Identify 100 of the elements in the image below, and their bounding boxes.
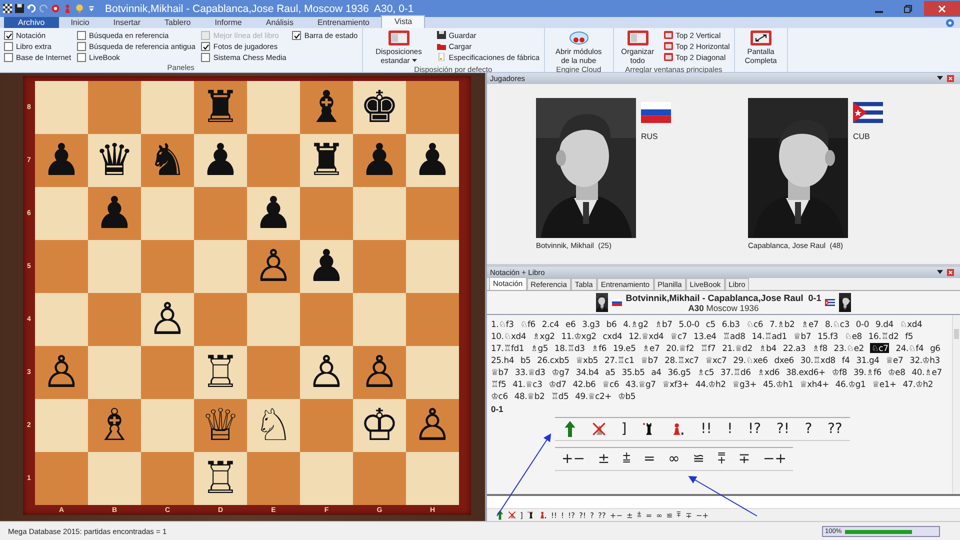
board-square[interactable] [406,81,459,134]
annotation-symbol[interactable]: ?? [827,421,842,437]
board-square[interactable] [353,187,406,240]
board-square[interactable] [194,293,247,346]
ribbon-tab[interactable]: Informe [202,17,254,28]
move-link[interactable]: ♕b7 [640,355,658,365]
move-link[interactable]: 37.♖d6 [720,367,751,377]
move-link[interactable]: 27.♖c1 [604,355,634,365]
move-link[interactable]: 46.♔g1 [835,379,866,389]
board-square[interactable]: ♜ [300,134,353,187]
board-square[interactable]: ♕ [194,399,247,452]
board-square[interactable] [247,293,300,346]
move-link[interactable]: 20.♕f2 [666,343,694,353]
move-link[interactable]: 30.♖xd8 [800,355,836,365]
move-link[interactable]: ♔c6 [491,391,508,401]
dropdown-icon[interactable] [937,270,943,275]
move-link[interactable]: 18.♖d3 [554,343,585,353]
file-menu-tab[interactable]: Archivo [4,17,59,28]
chess-piece[interactable]: ♜ [200,82,240,132]
crossed-piece-icon[interactable] [592,422,606,436]
chess-piece[interactable]: ♞ [148,136,188,186]
annotation-symbol[interactable]: ] [621,421,627,437]
chess-piece[interactable]: ♕ [200,400,240,450]
up-arrow-icon[interactable] [496,510,504,520]
move-link[interactable]: 11.♔xg2 [561,331,596,341]
annotation-symbol[interactable]: +− [561,451,585,467]
move-link[interactable]: 14.♖ad1 [752,331,787,341]
board-square[interactable] [406,240,459,293]
ribbon-tab[interactable]: Insertar [101,17,152,28]
move-link[interactable]: ♗b4 [758,343,776,353]
move-link[interactable]: 48.♕b2 [514,391,545,401]
move-link[interactable]: g6 [930,343,940,353]
move-link[interactable]: 45.♔h1 [763,379,794,389]
board-square[interactable]: ♙ [353,346,406,399]
move-link[interactable]: 41.♕c3 [512,379,542,389]
move-link[interactable]: dxe6 [774,355,794,365]
move-link[interactable]: 16.♖d2 [868,331,899,341]
board-square[interactable] [141,240,194,293]
move-link[interactable]: 49.♕c2+ [575,391,612,401]
chess-piece[interactable]: ♙ [254,242,294,292]
lightbulb-icon[interactable] [75,4,84,13]
move-link[interactable]: f4 [842,355,850,365]
move-link[interactable]: ♗xd6 [757,367,780,377]
dropdown-icon[interactable] [937,76,943,81]
board-square[interactable]: ♙ [35,346,88,399]
board-square[interactable] [141,81,194,134]
move-link[interactable]: 43.♕g7 [625,379,656,389]
ribbon-tab[interactable]: Análisis [254,17,306,28]
move-link[interactable]: f5 [905,331,914,341]
board-square[interactable] [35,293,88,346]
board-square[interactable] [247,452,300,505]
board-square[interactable] [300,399,353,452]
chess-piece[interactable]: ♟ [254,188,294,238]
annotation-symbol[interactable]: = [643,451,656,467]
move-link[interactable]: ♘c6 [746,319,764,329]
annotation-symbol[interactable]: ?! [776,421,790,437]
board-square[interactable] [300,293,353,346]
input-field[interactable] [487,494,960,508]
annotation-symbol[interactable]: −+ [763,451,787,467]
move-link[interactable]: ♗e7 [801,319,819,329]
help-icon[interactable] [946,18,954,26]
checkbox[interactable] [77,53,86,62]
move-link[interactable]: 8.♘c3 [825,319,850,329]
board-square[interactable]: ♙ [247,240,300,293]
annotation-symbol[interactable]: ? [804,421,812,437]
up-arrow-icon[interactable] [562,421,577,437]
move-link[interactable]: ♕g3+ [732,379,757,389]
scrollbar[interactable] [952,315,960,494]
move-link[interactable]: ♗xg2 [532,331,555,341]
checkbox[interactable] [77,31,86,40]
board-square[interactable] [247,81,300,134]
annotation-symbol[interactable]: ∓ [738,451,750,467]
checkbox[interactable] [201,42,210,51]
chess-piece[interactable]: ♚ [360,82,400,132]
move-link[interactable]: ♔b5 [618,391,636,401]
board-square[interactable]: ♔ [353,399,406,452]
redo-icon[interactable] [39,4,48,13]
move-link[interactable]: ♕e1+ [872,379,896,389]
board-square[interactable]: ♛ [88,134,141,187]
move-link[interactable]: ♘e8 [844,331,862,341]
move-link[interactable]: ♕c7 [670,331,687,341]
move-link[interactable]: ♖d5 [551,391,569,401]
annotation-symbol[interactable]: ≌ [692,451,704,467]
ribbon-tab[interactable]: Entrenamiento [305,17,382,28]
move-link[interactable]: 38.exd6+ [786,367,826,377]
board-square[interactable] [406,187,459,240]
move-link[interactable]: 6.b3 [722,319,740,329]
chess-piece[interactable]: ♙ [360,348,400,398]
move-link[interactable]: ♔g7 [552,367,570,377]
move-link[interactable]: 39.♗f6 [854,367,882,377]
move-link[interactable]: ♕e7 [886,355,904,365]
move-link[interactable]: 32.♔h3 [910,355,940,365]
ribbon-tab[interactable]: Tablero [152,17,203,28]
move-link[interactable]: ♘f6 [520,319,536,329]
move-link[interactable]: ♕xf3+ [662,379,689,389]
board-square[interactable] [35,187,88,240]
move-link[interactable]: ♖f7 [700,343,716,353]
board-square[interactable] [88,81,141,134]
move-link[interactable]: 15.f3 [817,331,838,341]
board-square[interactable] [141,399,194,452]
